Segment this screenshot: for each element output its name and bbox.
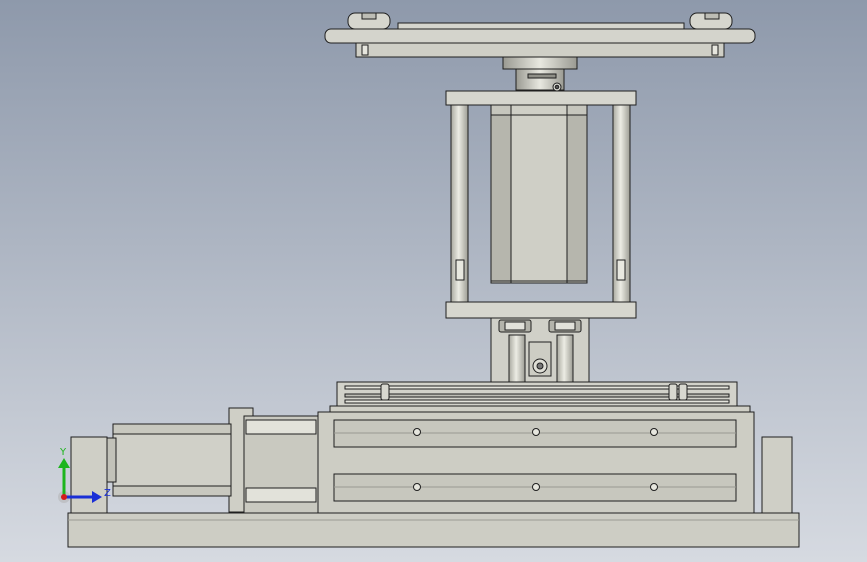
y-axis-label: Y bbox=[59, 447, 67, 458]
linear-module-body bbox=[228, 407, 755, 515]
servo-motor-vertical bbox=[490, 104, 588, 284]
servo-motor-horizontal bbox=[99, 423, 232, 497]
cad-viewport[interactable]: Y Z bbox=[0, 0, 867, 562]
z-axis-label: Z bbox=[104, 488, 111, 499]
carriage-top-rail bbox=[329, 381, 751, 417]
x-axis-dot bbox=[61, 494, 67, 500]
assembly-drawing: Y Z bbox=[0, 0, 867, 562]
lower-connector-block bbox=[490, 317, 590, 383]
